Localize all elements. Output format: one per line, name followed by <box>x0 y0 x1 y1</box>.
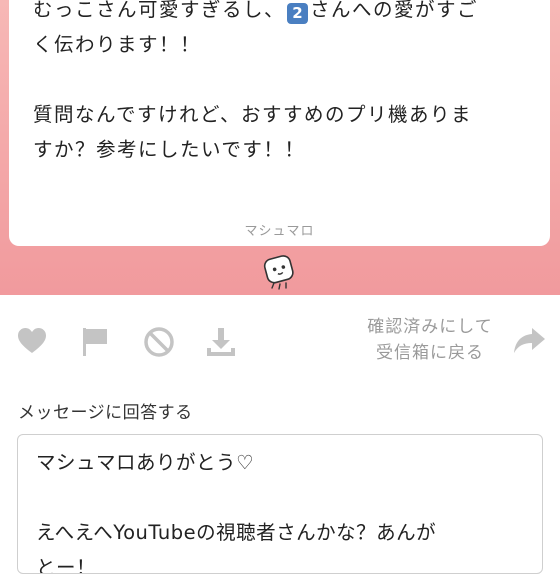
answer-label: メッセージに回答する <box>18 403 193 423</box>
answer-line-3: とー！ <box>36 556 97 574</box>
download-icon[interactable] <box>205 326 237 358</box>
keycap-digit-icon: 2 <box>287 3 309 24</box>
share-arrow-icon[interactable] <box>512 327 546 355</box>
heart-icon[interactable] <box>17 327 47 355</box>
marshmallow-mascot-icon <box>263 255 294 290</box>
brand-label: マシュマロ <box>244 224 315 239</box>
answer-textarea[interactable]: マシュマロありがとう♡ えへえへYouTubeの視聴者さんかな？あんが とー！ <box>17 434 543 574</box>
question-text-part: さんへの愛がすご <box>310 0 479 21</box>
restore-label-line-2: 受信箱に戻る <box>376 343 484 363</box>
question-text-part: むっこさん可愛すぎるし、 <box>33 0 286 21</box>
flag-icon[interactable] <box>82 327 108 357</box>
answer-line-1: マシュマロありがとう♡ <box>36 451 254 474</box>
restore-label-line-1: 確認済みにして <box>367 317 493 337</box>
question-line-2: く伝わります！！ <box>33 33 202 56</box>
question-line-4: すか？参考にしたいです！！ <box>33 138 306 161</box>
question-card: むっこさん可愛すぎるし、 2 さんへの愛がすご く伝わります！！ 質問なんですけれど… <box>9 0 550 246</box>
question-text: むっこさん可愛すぎるし、 2 さんへの愛がすご く伝わります！！ 質問なんですけれど… <box>33 0 526 167</box>
block-icon[interactable] <box>143 326 175 358</box>
answer-line-2: えへえへYouTubeの視聴者さんかな？あんが <box>36 521 437 544</box>
question-line-1: むっこさん可愛すぎるし、 2 さんへの愛がすご <box>33 0 526 27</box>
question-line-3: 質問なんですけれど、おすすめのプリ機ありま <box>33 103 473 126</box>
mark-read-return-inbox-button[interactable]: 確認済みにして 受信箱に戻る <box>355 314 505 366</box>
